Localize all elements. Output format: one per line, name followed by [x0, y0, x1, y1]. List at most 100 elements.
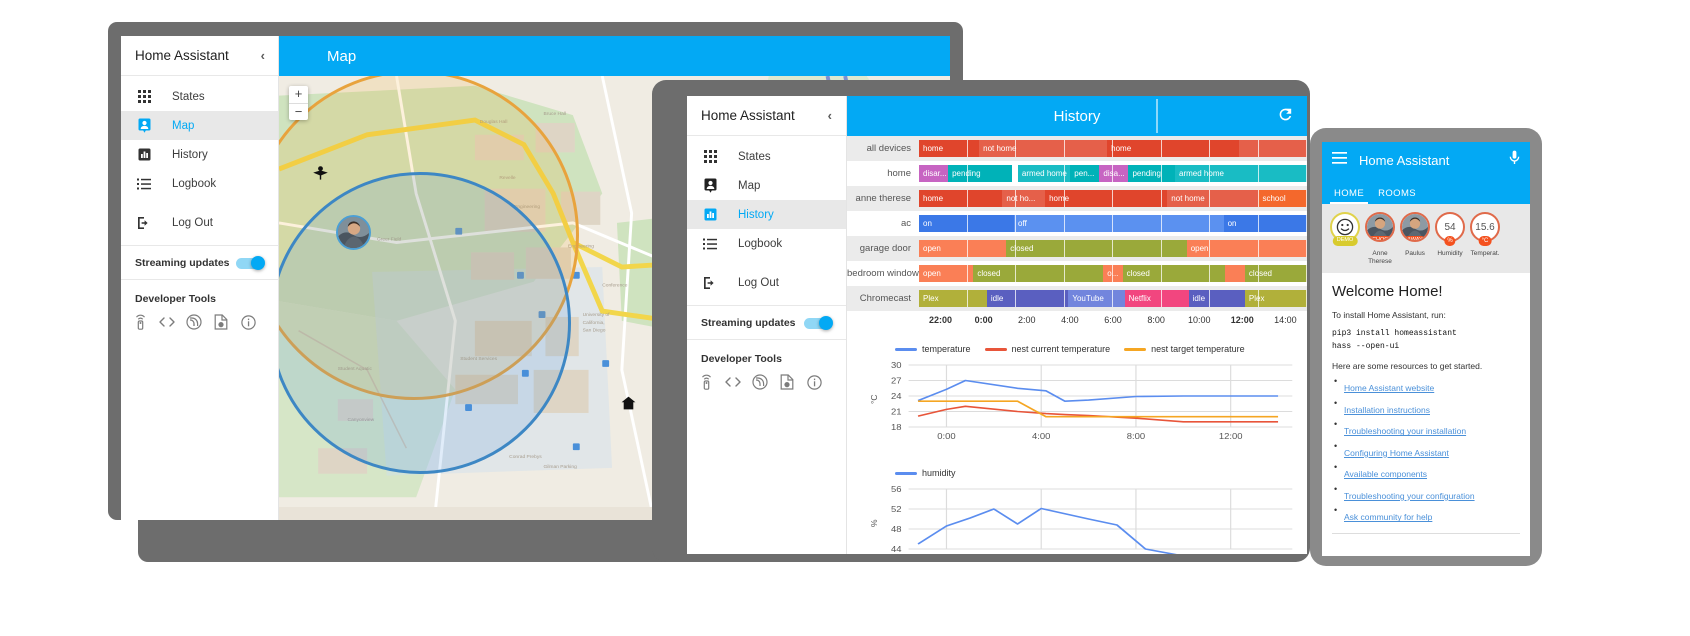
sidebar-item-history[interactable]: History [121, 140, 278, 169]
tab-home[interactable]: HOME [1334, 188, 1364, 204]
resource-link[interactable]: Home Assistant website [1344, 383, 1434, 393]
timeline-segment[interactable]: home [919, 190, 1002, 207]
timeline-bars[interactable]: PlexidleYouTubeNetflixidlePlex [919, 290, 1307, 307]
chart-legend-entry[interactable]: nest current temperature [985, 344, 1111, 354]
timeline-segment[interactable]: armed home [1175, 165, 1307, 182]
timeline-bars[interactable]: openclosedopen [919, 240, 1307, 257]
timeline-bars[interactable]: onoffon [919, 215, 1307, 232]
chart-legend-entry[interactable]: temperature [895, 344, 971, 354]
phone-device: Home Assistant HOME ROOMS DEMOSCHOOLAnne… [1310, 128, 1542, 566]
timeline-segment[interactable]: disa... [1099, 165, 1128, 182]
streaming-updates-toggle[interactable] [236, 256, 264, 270]
chart-legend-entry[interactable]: humidity [895, 468, 956, 478]
sidebar-item-map[interactable]: Map [121, 111, 278, 140]
chart-legend-entry[interactable]: nest target temperature [1124, 344, 1245, 354]
timeline-bars[interactable]: openclosedo...closedclosed [919, 265, 1307, 282]
home-marker[interactable] [621, 396, 636, 415]
sidebar-item-history-tablet[interactable]: History [687, 200, 846, 229]
timeline-segment[interactable]: on [1224, 215, 1307, 232]
resource-link[interactable]: Troubleshooting your configuration [1344, 491, 1475, 501]
sidebar-item-logbook-tablet[interactable]: Logbook [687, 229, 846, 258]
timeline-segment[interactable]: off [1014, 215, 1224, 232]
mqtt-icon[interactable] [751, 373, 769, 391]
sidebar-item-states[interactable]: States [121, 82, 278, 111]
microphone-icon[interactable] [1509, 150, 1520, 170]
map-zoom-out-button[interactable]: − [289, 103, 308, 120]
person-avatar-marker[interactable] [336, 215, 371, 250]
timeline-segment[interactable]: open [1187, 240, 1307, 257]
timeline-bars[interactable]: disar...pendingarmed homepen...disa...pe… [919, 165, 1307, 182]
app-title: Home Assistant [135, 48, 229, 63]
status-badge[interactable]: 15.6°CTemperat. [1470, 212, 1500, 266]
status-badge[interactable]: 54%Humidity [1435, 212, 1465, 266]
chevron-left-icon[interactable]: ‹ [261, 48, 265, 63]
map-zoom-in-button[interactable]: + [289, 86, 308, 103]
tab-rooms[interactable]: ROOMS [1378, 188, 1416, 204]
timeline-segment[interactable]: home [1045, 190, 1167, 207]
map-zoom-controls[interactable]: + − [289, 86, 308, 120]
chart-x-tick: 12:00 [1219, 432, 1243, 441]
timeline-segment[interactable]: idle [1189, 290, 1245, 307]
template-icon[interactable] [212, 313, 230, 331]
timeline-segment[interactable]: Plex [919, 290, 987, 307]
timeline-segment[interactable]: not ho... [1002, 190, 1045, 207]
sidebar-item-logbook[interactable]: Logbook [121, 169, 278, 198]
resource-link[interactable]: Ask community for help [1344, 512, 1432, 522]
timeline-segment[interactable]: open [919, 265, 973, 282]
timeline-segment[interactable]: home [919, 140, 979, 157]
resource-links: Home Assistant website Installation instr… [1332, 378, 1520, 525]
timeline-segment[interactable]: armed home [1018, 165, 1070, 182]
timeline-bars[interactable]: homenot homehome [919, 140, 1307, 157]
chevron-left-icon-tablet[interactable]: ‹ [828, 108, 832, 123]
timeline-segment[interactable]: on [919, 215, 1014, 232]
timeline-segment[interactable] [1239, 140, 1307, 157]
sidebar-header-tablet: Home Assistant ‹ [687, 96, 846, 136]
badge-circle: AWAY [1400, 212, 1430, 242]
info-icon[interactable] [805, 373, 823, 391]
timeline-segment[interactable]: not home [979, 140, 1107, 157]
list-item: Troubleshooting your installation [1332, 421, 1520, 439]
remote-icon[interactable] [131, 313, 149, 331]
resource-link[interactable]: Available components [1344, 469, 1427, 479]
timeline-segment[interactable]: Plex [1245, 290, 1307, 307]
timeline-segment[interactable]: pen... [1070, 165, 1099, 182]
timeline-segment[interactable]: school [1258, 190, 1307, 207]
streaming-updates-row-tablet: Streaming updates [687, 306, 846, 340]
remote-icon[interactable] [697, 373, 715, 391]
timeline-segment[interactable]: closed [1245, 265, 1307, 282]
streaming-updates-toggle-tablet[interactable] [804, 316, 832, 330]
status-badge[interactable]: SCHOOLAnne Therese [1365, 212, 1395, 266]
timeline-segment[interactable]: closed [1123, 265, 1226, 282]
code-icon[interactable] [724, 373, 742, 391]
timeline-segment[interactable] [1225, 265, 1244, 282]
timeline-segment[interactable]: o... [1103, 265, 1122, 282]
sidebar-item-states-tablet[interactable]: States [687, 142, 846, 171]
template-icon[interactable] [778, 373, 796, 391]
resource-link[interactable]: Installation instructions [1344, 405, 1430, 415]
timeline-segment[interactable]: Netflix [1125, 290, 1189, 307]
info-icon[interactable] [239, 313, 257, 331]
timeline-segment[interactable]: idle [987, 290, 1068, 307]
resource-link[interactable]: Configuring Home Assistant [1344, 448, 1449, 458]
timeline-segment[interactable]: open [919, 240, 1006, 257]
code-icon[interactable] [158, 313, 176, 331]
refresh-icon[interactable] [1278, 107, 1293, 122]
timeline-segment[interactable]: home [1107, 140, 1239, 157]
timeline-segment[interactable]: closed [1006, 240, 1186, 257]
timeline-segment[interactable]: YouTube [1068, 290, 1124, 307]
hamburger-icon[interactable] [1332, 151, 1347, 169]
timeline-segment[interactable]: disar... [919, 165, 948, 182]
timeline-segment[interactable]: pending [948, 165, 1012, 182]
sidebar-item-logout[interactable]: Log Out [121, 208, 278, 237]
timeline-segment[interactable]: closed [973, 265, 1103, 282]
timeline-segment[interactable]: not home [1167, 190, 1258, 207]
sidebar-item-logout-tablet[interactable]: Log Out [687, 268, 846, 297]
mqtt-icon[interactable] [185, 313, 203, 331]
status-badge[interactable]: AWAYPaulus [1400, 212, 1430, 266]
sidebar-item-map-tablet[interactable]: Map [687, 171, 846, 200]
timeline-segment[interactable]: pending [1128, 165, 1175, 182]
status-badge[interactable]: DEMO [1330, 212, 1360, 266]
school-marker[interactable] [312, 164, 329, 186]
timeline-bars[interactable]: homenot ho...homenot homeschool [919, 190, 1307, 207]
resource-link[interactable]: Troubleshooting your installation [1344, 426, 1466, 436]
